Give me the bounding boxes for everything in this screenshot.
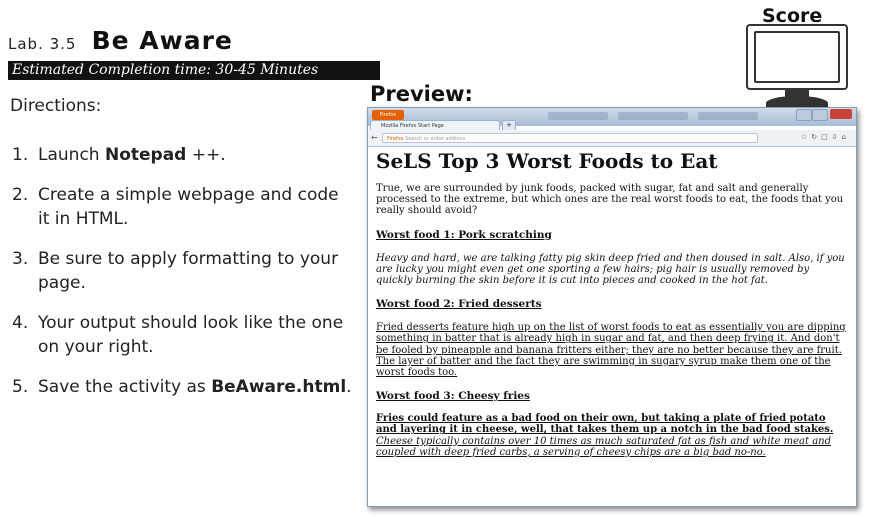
section-heading: Worst food 2: Fried desserts <box>376 298 542 311</box>
step-text-bold: Notepad <box>104 145 187 165</box>
step-text-bold: BeAware.html <box>211 377 347 397</box>
step-text: Be sure to apply formatting to your page… <box>38 249 339 293</box>
section-heading: Worst food 3: Cheesy fries <box>376 390 530 403</box>
address-bar[interactable]: Firefox Search or enter address <box>382 133 758 143</box>
step-text: Your output should look like the one on … <box>38 313 344 357</box>
lab-number: Lab. 3.5 <box>8 35 77 53</box>
step-text-part: ++. <box>186 145 226 165</box>
maximize-button[interactable] <box>812 109 828 121</box>
minimize-button[interactable] <box>796 109 812 121</box>
step-text: Create a simple webpage and code it in H… <box>38 185 339 229</box>
step-item: 3. Be sure to apply formatting to your p… <box>12 247 352 295</box>
section-paragraph-bold: Fries could feature as a bad food on the… <box>376 413 834 436</box>
monitor-icon <box>746 24 848 90</box>
step-number: 2. <box>12 185 29 205</box>
directions-list: 1. Launch Notepad ++. 2. Create a simple… <box>12 143 352 415</box>
close-button[interactable] <box>830 109 852 119</box>
back-arrow-icon[interactable]: ← <box>371 133 378 142</box>
section-heading: Worst food 1: Pork scratching <box>376 228 552 241</box>
page-title: SeLS Top 3 Worst Foods to Eat <box>376 149 718 173</box>
lab-header: Lab. 3.5 Be Aware <box>8 26 233 55</box>
step-item: 4. Your output should look like the one … <box>12 311 352 359</box>
step-item: 5. Save the activity as BeAware.html. <box>12 375 352 399</box>
step-number: 3. <box>12 249 29 269</box>
lab-title: Be Aware <box>91 26 233 55</box>
browser-preview-window: Firefox Mozilla Firefox Start Page + ← F… <box>367 107 857 507</box>
url-brand: Firefox <box>387 136 404 142</box>
step-text-part: Save the activity as <box>38 377 212 397</box>
directions-heading: Directions: <box>10 96 102 116</box>
firefox-menu-button[interactable]: Firefox <box>372 110 404 120</box>
page-content: SeLS Top 3 Worst Foods to Eat True, we a… <box>376 147 848 458</box>
monitor-screen <box>754 31 840 83</box>
step-number: 4. <box>12 313 29 333</box>
browser-tab[interactable]: Mozilla Firefox Start Page <box>370 120 500 130</box>
taskbar-blur <box>618 112 688 120</box>
section-paragraph: Fried desserts feature high up on the li… <box>376 322 846 379</box>
step-text: Save the activity as BeAware.html. <box>38 375 352 399</box>
step-text: Launch Notepad ++. <box>38 143 226 167</box>
taskbar-blur <box>698 112 758 120</box>
intro-paragraph: True, we are surrounded by junk foods, p… <box>376 183 844 217</box>
step-item: 1. Launch Notepad ++. <box>12 143 352 167</box>
toolbar-icons[interactable]: ☆↻□⇩⌂ <box>801 133 850 141</box>
step-number: 1. <box>12 145 29 165</box>
url-placeholder: Search or enter address <box>405 136 466 142</box>
navigation-bar: ← Firefox Search or enter address ☆↻□⇩⌂ <box>368 130 856 147</box>
step-text-part: Launch <box>38 145 105 165</box>
taskbar-blur <box>548 112 608 120</box>
estimated-time-banner: Estimated Completion time: 30-45 Minutes <box>8 61 380 80</box>
section-paragraph: Heavy and hard, we are talking fatty pig… <box>376 252 845 287</box>
preview-label: Preview: <box>370 82 473 106</box>
step-item: 2. Create a simple webpage and code it i… <box>12 183 352 231</box>
step-number: 5. <box>12 377 29 397</box>
step-text-part: . <box>346 377 352 397</box>
section-paragraph-italic: Cheese typically contains over 10 times … <box>376 435 832 458</box>
